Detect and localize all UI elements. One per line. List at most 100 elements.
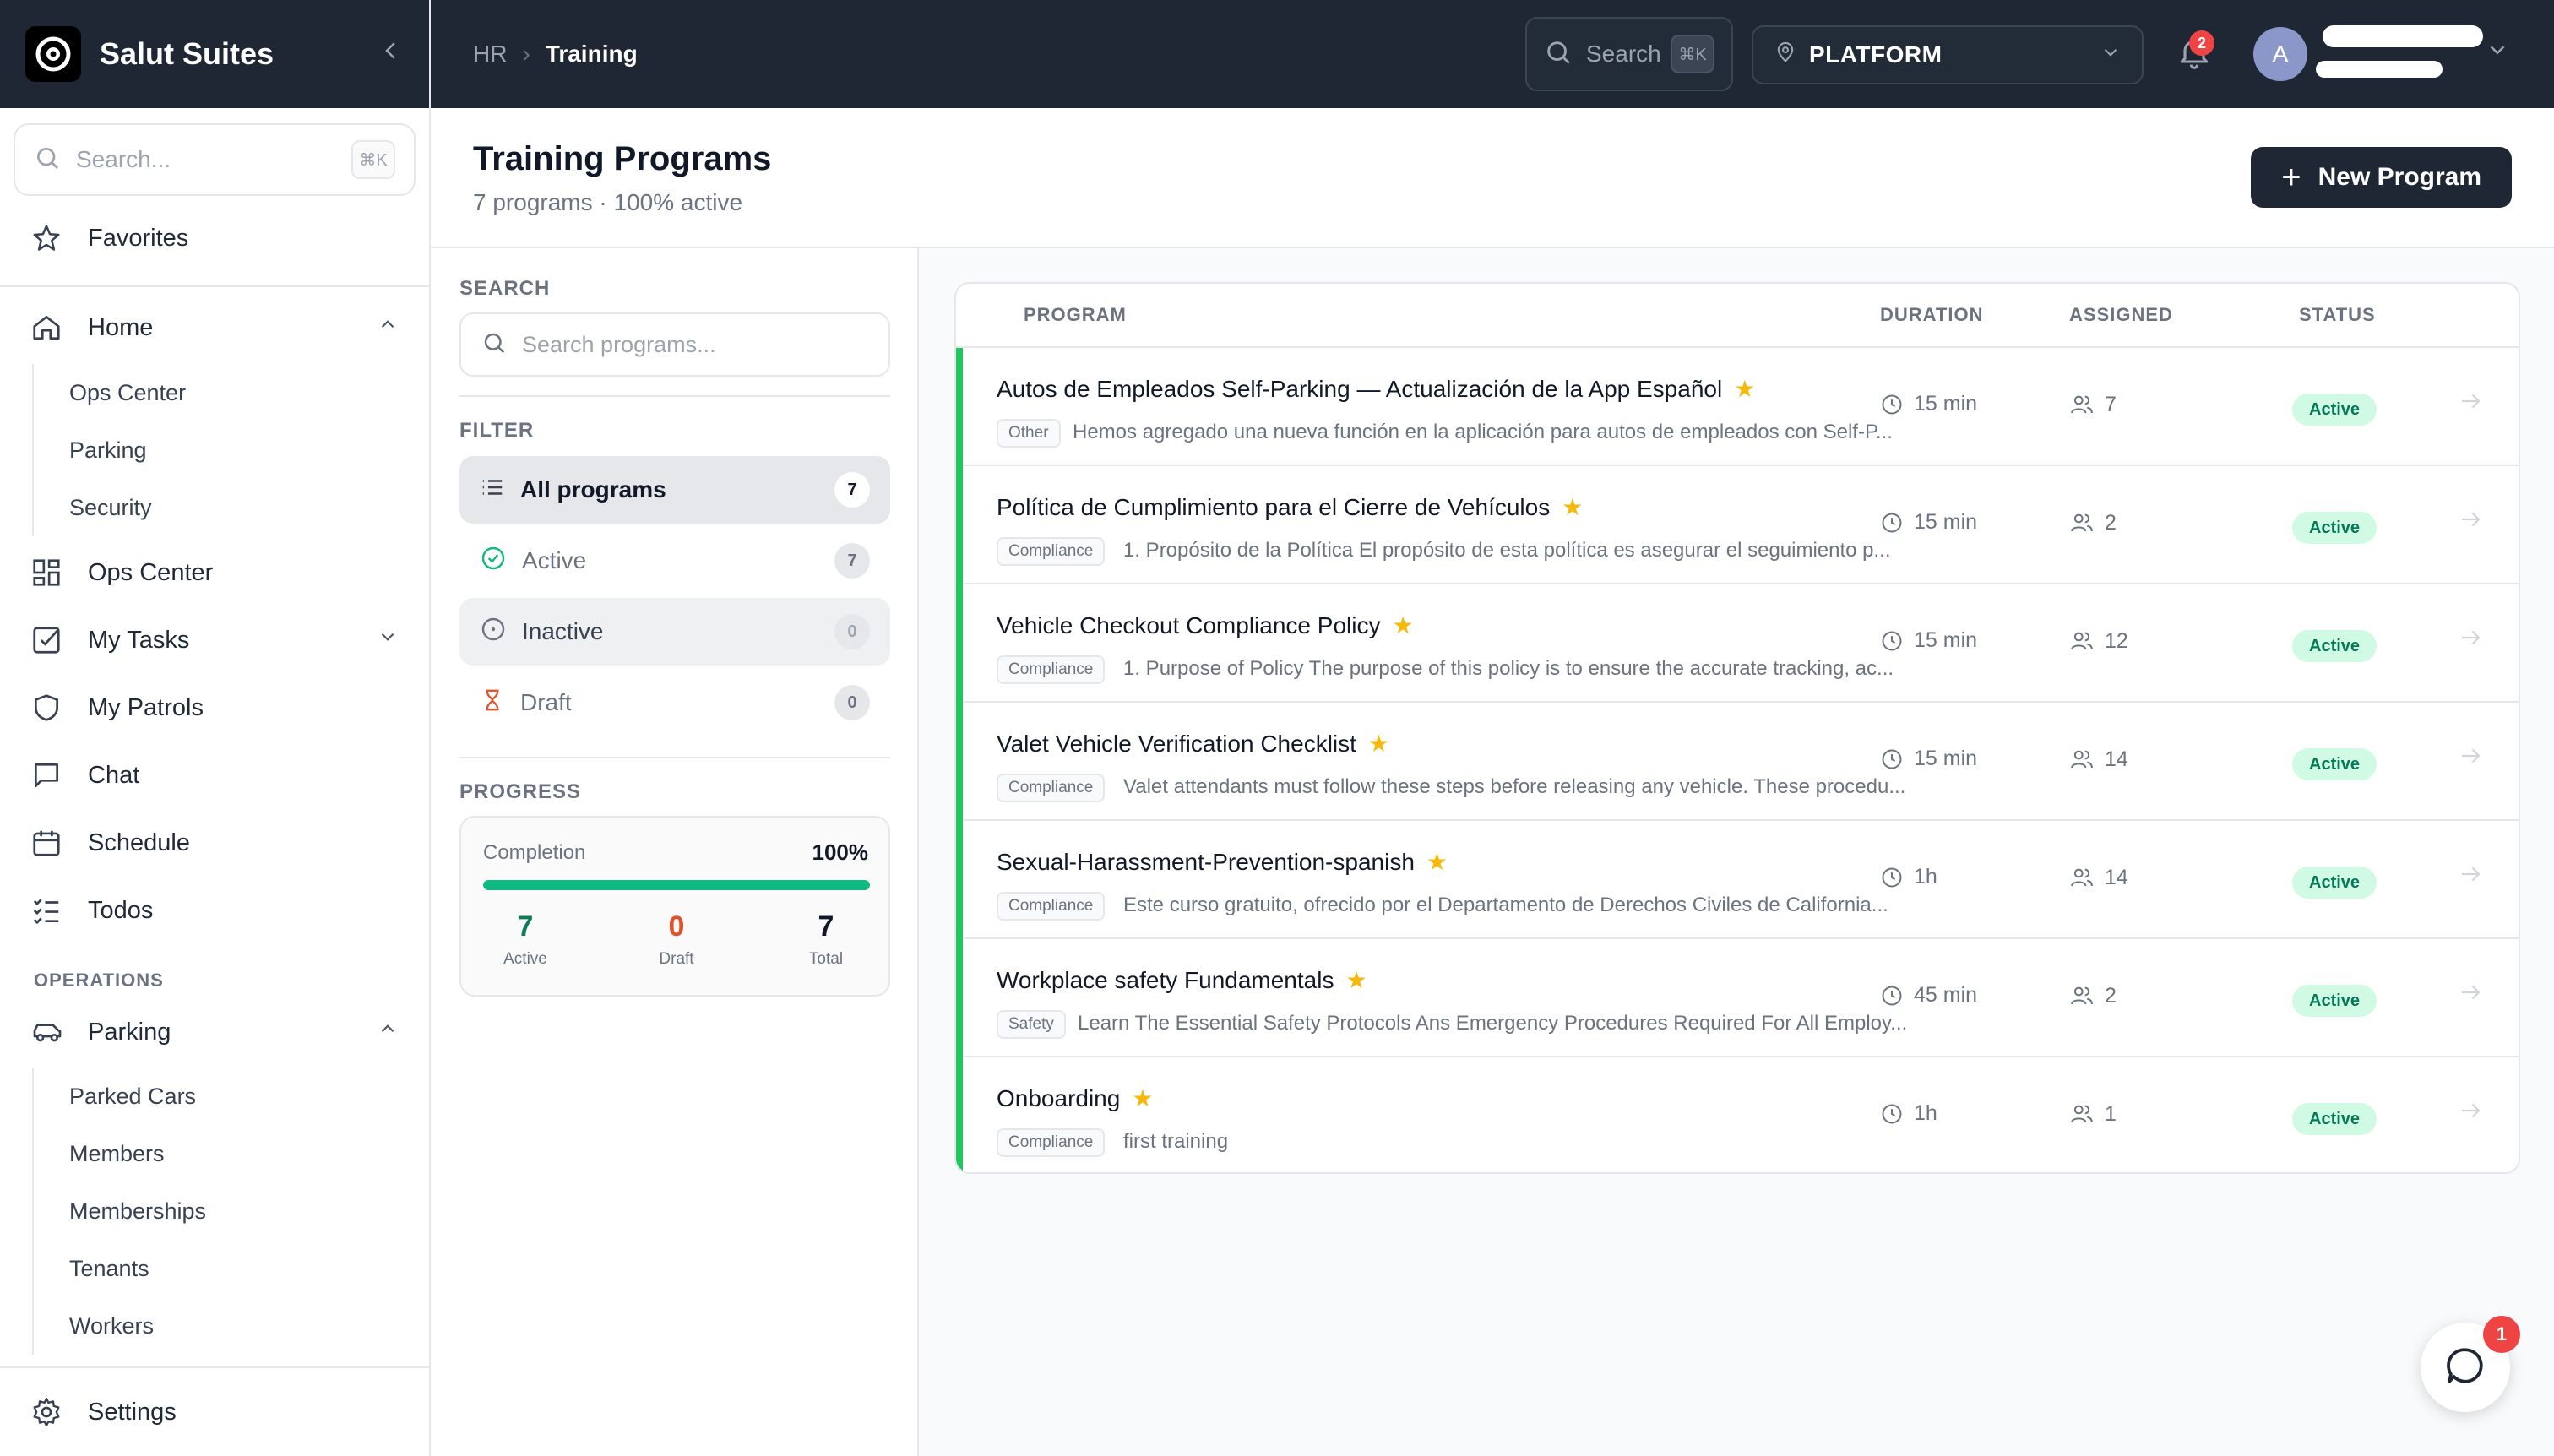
column-header-status[interactable]: STATUS — [2299, 284, 2376, 346]
clock-icon — [1880, 629, 1904, 653]
star-icon[interactable]: ★ — [1734, 375, 1755, 403]
page-subtitle: 7 programs · 100% active — [473, 189, 743, 215]
program-assigned: 2 — [2069, 983, 2117, 1008]
program-search-input[interactable]: Search programs... — [459, 312, 890, 377]
collapse-sidebar-icon[interactable] — [378, 38, 404, 71]
sidebar-search-input[interactable]: Search... ⌘K — [14, 123, 416, 196]
user-name-redacted[interactable] — [2323, 25, 2483, 47]
column-header-assigned[interactable]: ASSIGNED — [2069, 284, 2173, 346]
chat-bubble-icon — [2444, 1345, 2486, 1391]
sidebar-item-favorites[interactable]: Favorites — [30, 213, 399, 263]
sidebar-item-my-patrols[interactable]: My Patrols — [30, 682, 399, 733]
sidebar-item-label: Schedule — [88, 829, 190, 856]
location-pin-icon — [1774, 41, 1797, 70]
filter-active[interactable]: Active 7 — [459, 527, 890, 595]
checkbox-icon — [30, 624, 68, 656]
sidebar-subitem-security[interactable]: Security — [34, 479, 186, 536]
chevron-up-icon[interactable] — [377, 313, 399, 342]
sidebar-subitem-tenants[interactable]: Tenants — [34, 1240, 206, 1297]
program-title[interactable]: Política de Cumplimiento para el Cierre … — [997, 493, 1583, 521]
checklist-icon — [30, 894, 68, 926]
stat-draft: 0 Draft — [626, 910, 727, 969]
chevron-up-icon[interactable] — [377, 1018, 399, 1046]
location-select[interactable]: PLATFORM — [1752, 25, 2144, 84]
main-content: PROGRAM DURATION ASSIGNED STATUS Autos d… — [919, 248, 2554, 1456]
program-title[interactable]: Sexual-Harassment-Prevention-spanish ★ — [997, 848, 1448, 876]
star-icon[interactable]: ★ — [1368, 730, 1389, 758]
star-icon[interactable]: ★ — [1132, 1084, 1153, 1112]
program-title[interactable]: Workplace safety Fundamentals ★ — [997, 966, 1367, 994]
arrow-right-icon[interactable] — [2458, 625, 2483, 658]
star-icon[interactable]: ★ — [1426, 848, 1448, 876]
table-row[interactable]: Vehicle Checkout Compliance Policy ★ Compl… — [956, 584, 2519, 703]
clock-icon — [1880, 1102, 1904, 1126]
status-badge: Active — [2292, 867, 2377, 899]
table-row[interactable]: Sexual-Harassment-Prevention-spanish ★ Com… — [956, 821, 2519, 939]
filter-all-programs[interactable]: All programs 7 — [459, 456, 890, 524]
arrow-right-icon[interactable] — [2458, 388, 2483, 421]
sidebar-item-label: Chat — [88, 761, 140, 789]
chevron-down-icon[interactable] — [377, 626, 399, 655]
filter-count: 0 — [834, 614, 870, 649]
arrow-right-icon[interactable] — [2458, 507, 2483, 540]
filter-draft[interactable]: Draft 0 — [459, 669, 890, 736]
list-icon — [480, 475, 505, 506]
star-icon[interactable]: ★ — [1392, 611, 1413, 639]
sidebar-subitem-members[interactable]: Members — [34, 1125, 206, 1182]
table-row[interactable]: Política de Cumplimiento para el Cierre … — [956, 466, 2519, 584]
chat-unread-badge: 1 — [2483, 1316, 2520, 1353]
sidebar-subitem-workers[interactable]: Workers — [34, 1297, 206, 1355]
arrow-right-icon[interactable] — [2458, 980, 2483, 1013]
global-search-button[interactable]: Search ⌘K — [1525, 17, 1733, 91]
search-icon — [34, 144, 61, 176]
home-icon — [30, 312, 68, 344]
sidebar-item-my-tasks[interactable]: My Tasks — [30, 615, 399, 666]
program-title[interactable]: Onboarding ★ — [997, 1084, 1153, 1112]
star-icon[interactable]: ★ — [1562, 493, 1583, 521]
program-title[interactable]: Vehicle Checkout Compliance Policy ★ — [997, 611, 1414, 639]
breadcrumb-hr[interactable]: HR — [473, 41, 507, 68]
sidebar-item-settings[interactable]: Settings — [30, 1387, 399, 1437]
filter-label: Active — [522, 547, 587, 573]
sidebar-subitem-parked-cars[interactable]: Parked Cars — [34, 1068, 206, 1125]
sidebar-item-chat[interactable]: Chat — [30, 750, 399, 801]
sidebar-item-todos[interactable]: Todos — [30, 885, 399, 936]
app-logo-icon[interactable] — [25, 26, 81, 82]
status-badge: Active — [2292, 394, 2377, 426]
new-program-button[interactable]: + New Program — [2251, 147, 2512, 208]
program-title[interactable]: Autos de Empleados Self-Parking — Actual… — [997, 375, 1755, 403]
sidebar-item-parking[interactable]: Parking — [30, 1007, 399, 1057]
table-row[interactable]: Workplace safety Fundamentals ★ Safety Lear… — [956, 939, 2519, 1057]
global-search-label: Search — [1586, 41, 1661, 67]
chevron-down-icon — [2100, 41, 2122, 69]
program-description: 1. Purpose of Policy The purpose of this… — [1123, 657, 1894, 680]
chevron-down-icon[interactable] — [2485, 37, 2510, 67]
table-row[interactable]: Onboarding ★ Compliance first training 1h 1 Ac… — [956, 1057, 2519, 1172]
filter-inactive[interactable]: Inactive 0 — [459, 598, 890, 666]
top-bar: HR › Training Search ⌘K PLATFORM 2 A — [431, 0, 2554, 108]
star-icon[interactable]: ★ — [1345, 966, 1367, 994]
program-assigned: 14 — [2069, 747, 2128, 772]
program-category-tag: Other — [997, 419, 1061, 448]
table-row[interactable]: Autos de Empleados Self-Parking — Actual… — [956, 348, 2519, 466]
sidebar-item-home[interactable]: Home — [30, 302, 399, 353]
sidebar-subitem-memberships[interactable]: Memberships — [34, 1182, 206, 1240]
avatar[interactable]: A — [2253, 27, 2307, 81]
arrow-right-icon[interactable] — [2458, 1098, 2483, 1131]
sidebar-subitem-ops-center[interactable]: Ops Center — [34, 364, 186, 421]
program-duration: 1h — [1880, 865, 1937, 889]
arrow-right-icon[interactable] — [2458, 743, 2483, 776]
sidebar-subitem-parking[interactable]: Parking — [34, 421, 186, 479]
column-header-duration[interactable]: DURATION — [1880, 284, 1983, 346]
program-duration: 15 min — [1880, 747, 1977, 771]
filter-label: Inactive — [522, 618, 604, 644]
program-title[interactable]: Valet Vehicle Verification Checklist ★ — [997, 730, 1389, 758]
column-header-program[interactable]: PROGRAM — [1024, 284, 1127, 346]
sidebar-item-schedule[interactable]: Schedule — [30, 818, 399, 868]
check-circle-icon — [480, 545, 507, 578]
sidebar-item-ops-center[interactable]: Ops Center — [30, 547, 399, 598]
clock-icon — [1880, 984, 1904, 1008]
arrow-right-icon[interactable] — [2458, 861, 2483, 894]
table-row[interactable]: Valet Vehicle Verification Checklist ★ Com… — [956, 703, 2519, 821]
users-icon — [2069, 747, 2095, 772]
